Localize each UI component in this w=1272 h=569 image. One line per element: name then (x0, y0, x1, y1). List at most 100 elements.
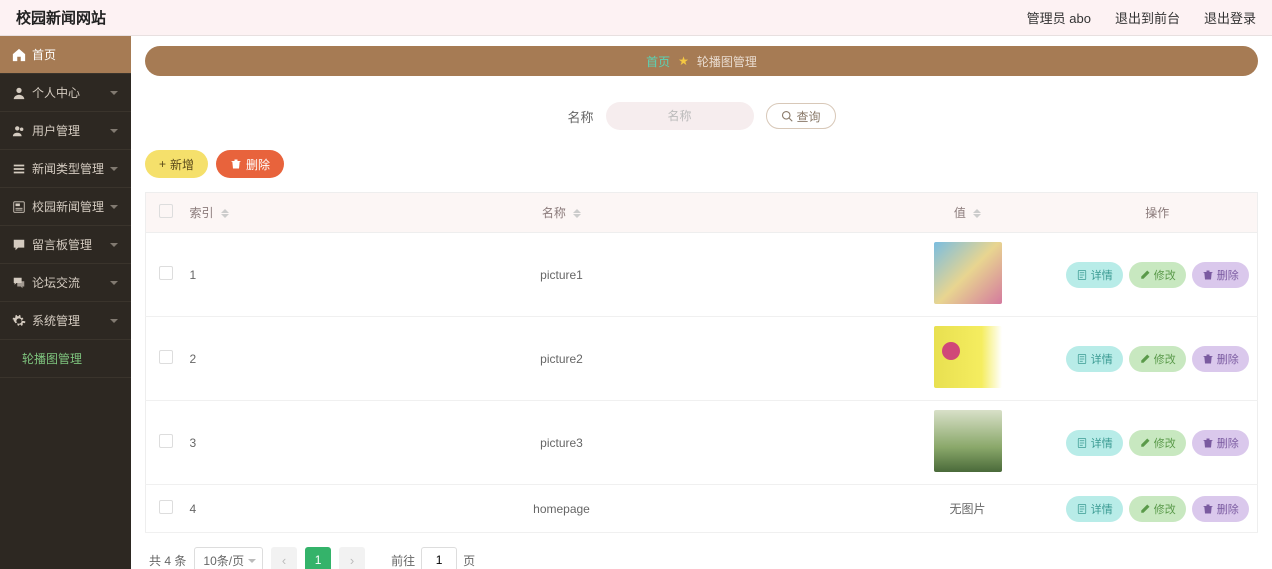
sidebar-item-users[interactable]: 用户管理 (0, 112, 131, 150)
detail-button[interactable]: 详情 (1066, 496, 1123, 522)
sidebar-subitem-carousel[interactable]: 轮播图管理 (0, 340, 131, 378)
trash-icon (1202, 437, 1214, 449)
row-ops: 详情修改删除 (1058, 233, 1258, 317)
doc-icon (1076, 269, 1088, 281)
detail-button[interactable]: 详情 (1066, 346, 1123, 372)
list-icon (12, 162, 26, 176)
sidebar-item-label: 系统管理 (32, 312, 80, 329)
search-icon (781, 110, 793, 122)
sidebar-item-message-board[interactable]: 留言板管理 (0, 226, 131, 264)
goto-frontend-link[interactable]: 退出到前台 (1115, 8, 1180, 27)
edit-icon (1139, 503, 1151, 515)
table-row: 1picture1 详情修改删除 (146, 233, 1258, 317)
detail-button[interactable]: 详情 (1066, 430, 1123, 456)
forum-icon (12, 276, 26, 290)
logout-link[interactable]: 退出登录 (1204, 8, 1256, 27)
next-page-button[interactable]: › (339, 547, 365, 569)
chevron-down-icon (109, 164, 119, 174)
edit-icon (1139, 437, 1151, 449)
select-all-checkbox[interactable] (159, 204, 173, 218)
header-name[interactable]: 名称 (246, 193, 878, 233)
sidebar-subitem-label: 轮播图管理 (22, 350, 82, 367)
row-delete-button[interactable]: 删除 (1192, 496, 1249, 522)
thumbnail-image[interactable] (934, 326, 1002, 388)
prev-page-button[interactable]: ‹ (271, 547, 297, 569)
row-delete-button[interactable]: 删除 (1192, 430, 1249, 456)
edit-button[interactable]: 修改 (1129, 346, 1186, 372)
chevron-down-icon (109, 278, 119, 288)
row-checkbox[interactable] (159, 500, 173, 514)
sidebar-item-forum[interactable]: 论坛交流 (0, 264, 131, 302)
header-value[interactable]: 值 (878, 193, 1058, 233)
sidebar: 首页 个人中心 用户管理 新闻类型管理 校园新闻管理 留言板管理 (0, 36, 131, 569)
sort-icon (573, 209, 581, 218)
row-name: picture1 (246, 233, 878, 317)
row-ops: 详情修改删除 (1058, 485, 1258, 533)
row-checkbox[interactable] (159, 350, 173, 364)
doc-icon (1076, 503, 1088, 515)
star-icon: ★ (678, 54, 689, 68)
edit-icon (1139, 353, 1151, 365)
goto-label: 前往 (391, 552, 415, 569)
header: 校园新闻网站 管理员 abo 退出到前台 退出登录 (0, 0, 1272, 36)
row-name: picture3 (246, 401, 878, 485)
edit-button[interactable]: 修改 (1129, 262, 1186, 288)
row-ops: 详情修改删除 (1058, 401, 1258, 485)
add-button[interactable]: + 新增 (145, 150, 208, 178)
header-ops: 操作 (1058, 193, 1258, 233)
total-label: 共 4 条 (149, 552, 186, 569)
data-table: 索引 名称 值 操作 1picture1详情修改删除2picture2详情修改删… (145, 192, 1258, 533)
sidebar-item-label: 留言板管理 (32, 236, 92, 253)
row-index: 1 (186, 233, 246, 317)
row-value (878, 317, 1058, 401)
trash-icon (1202, 353, 1214, 365)
search-input[interactable] (606, 102, 754, 130)
row-value: 无图片 (878, 485, 1058, 533)
trash-icon (1202, 269, 1214, 281)
chevron-down-icon (109, 240, 119, 250)
breadcrumb: 首页 ★ 轮播图管理 (145, 46, 1258, 76)
plus-icon: + (159, 157, 166, 171)
edit-button[interactable]: 修改 (1129, 430, 1186, 456)
thumbnail-image[interactable] (934, 410, 1002, 472)
row-ops: 详情修改删除 (1058, 317, 1258, 401)
chevron-down-icon (109, 202, 119, 212)
users-icon (12, 124, 26, 138)
delete-button-label: 删除 (246, 156, 270, 173)
home-icon (12, 48, 26, 62)
detail-button[interactable]: 详情 (1066, 262, 1123, 288)
sidebar-item-home[interactable]: 首页 (0, 36, 131, 74)
goto-suffix: 页 (463, 552, 475, 569)
search-button[interactable]: 查询 (766, 103, 836, 129)
header-index[interactable]: 索引 (186, 193, 246, 233)
sidebar-item-label: 校园新闻管理 (32, 198, 104, 215)
page-number-button[interactable]: 1 (305, 547, 331, 569)
doc-icon (1076, 353, 1088, 365)
page-size-select[interactable]: 10条/页 (194, 547, 263, 569)
delete-button[interactable]: 删除 (216, 150, 284, 178)
breadcrumb-home[interactable]: 首页 (646, 53, 670, 70)
sidebar-item-news-type[interactable]: 新闻类型管理 (0, 150, 131, 188)
row-index: 4 (186, 485, 246, 533)
row-delete-button[interactable]: 删除 (1192, 346, 1249, 372)
sidebar-item-campus-news[interactable]: 校园新闻管理 (0, 188, 131, 226)
chevron-down-icon (109, 126, 119, 136)
sidebar-item-profile[interactable]: 个人中心 (0, 74, 131, 112)
sidebar-item-system[interactable]: 系统管理 (0, 302, 131, 340)
thumbnail-image[interactable] (934, 242, 1002, 304)
goto-input[interactable] (421, 547, 457, 569)
row-delete-button[interactable]: 删除 (1192, 262, 1249, 288)
row-checkbox[interactable] (159, 434, 173, 448)
sidebar-item-label: 新闻类型管理 (32, 160, 104, 177)
breadcrumb-current: 轮播图管理 (697, 53, 757, 70)
row-checkbox[interactable] (159, 266, 173, 280)
row-name: picture2 (246, 317, 878, 401)
trash-icon (1202, 503, 1214, 515)
edit-button[interactable]: 修改 (1129, 496, 1186, 522)
row-value (878, 233, 1058, 317)
app-title: 校园新闻网站 (16, 7, 106, 28)
sidebar-item-label: 首页 (32, 46, 56, 63)
sidebar-item-label: 用户管理 (32, 122, 80, 139)
header-right: 管理员 abo 退出到前台 退出登录 (1027, 8, 1256, 27)
admin-label[interactable]: 管理员 abo (1027, 8, 1091, 27)
